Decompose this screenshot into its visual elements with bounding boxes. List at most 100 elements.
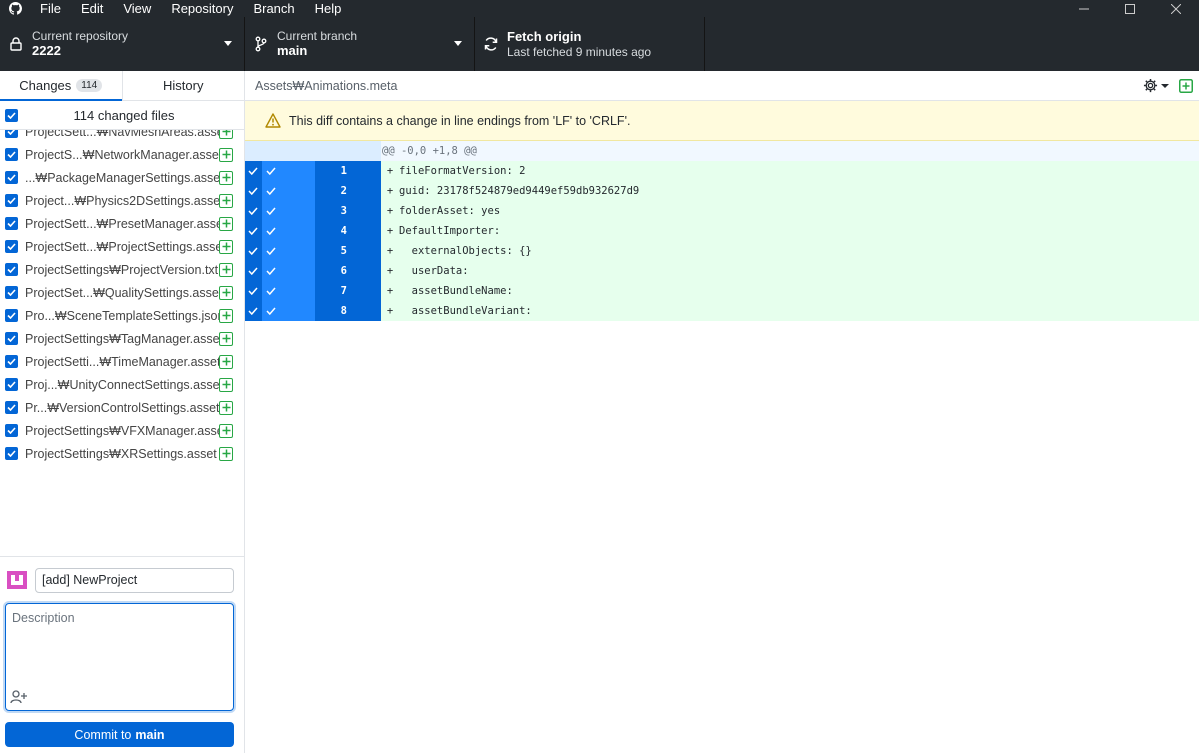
- file-checkbox[interactable]: [5, 286, 18, 299]
- current-repository-button[interactable]: Current repository 2222: [0, 17, 245, 71]
- minimize-button[interactable]: [1061, 0, 1107, 17]
- current-branch-button[interactable]: Current branch main: [245, 17, 475, 71]
- changed-files-count: 114 changed files: [73, 107, 175, 123]
- line-check-icon: [261, 201, 315, 221]
- tab-history[interactable]: History: [123, 71, 245, 100]
- file-added-icon: [219, 400, 233, 415]
- diff-line[interactable]: 4 + DefaultImporter:: [245, 221, 1199, 241]
- file-list: ProjectSett...₩NavMeshAreas.asset Project…: [0, 130, 244, 627]
- diff-line[interactable]: 3 + folderAsset: yes: [245, 201, 1199, 221]
- fetch-origin-button[interactable]: Fetch origin Last fetched 9 minutes ago: [475, 17, 705, 71]
- branch-icon: [251, 36, 271, 52]
- commit-button[interactable]: Commit to main: [5, 722, 234, 747]
- hunk-header: @@ -0,0 +1,8 @@: [245, 141, 1199, 161]
- diff-line[interactable]: 2 + guid: 23178f524879ed9449ef59db932627d9: [245, 181, 1199, 201]
- file-checkbox[interactable]: [5, 332, 18, 345]
- file-checkbox[interactable]: [5, 130, 18, 138]
- diff-line[interactable]: 8 + assetBundleVariant:: [245, 301, 1199, 321]
- diff-line[interactable]: 6 + userData:: [245, 261, 1199, 281]
- menu-edit[interactable]: Edit: [71, 0, 113, 17]
- menu-file[interactable]: File: [30, 0, 71, 17]
- menu-repository[interactable]: Repository: [161, 0, 243, 17]
- line-select-toggle[interactable]: [245, 221, 261, 241]
- menu-help[interactable]: Help: [305, 0, 352, 17]
- line-check-icon: [261, 281, 315, 301]
- line-code: + folderAsset: yes: [381, 201, 1199, 221]
- file-checkbox[interactable]: [5, 424, 18, 437]
- file-checkbox[interactable]: [5, 148, 18, 161]
- line-select-toggle[interactable]: [245, 161, 261, 181]
- line-number: 1: [315, 161, 351, 181]
- menu-branch[interactable]: Branch: [243, 0, 304, 17]
- select-all-checkbox[interactable]: [5, 108, 18, 122]
- line-text: folderAsset: yes: [399, 205, 501, 217]
- file-checkbox[interactable]: [5, 171, 18, 184]
- line-code: + DefaultImporter:: [381, 221, 1199, 241]
- line-text: assetBundleVariant:: [399, 305, 532, 317]
- line-select-toggle[interactable]: [245, 201, 261, 221]
- file-checkbox[interactable]: [5, 401, 18, 414]
- line-text: userData:: [399, 265, 469, 277]
- tab-changes[interactable]: Changes 114: [0, 71, 123, 101]
- file-checkbox[interactable]: [5, 240, 18, 253]
- file-name: Project...₩Physics2DSettings.asset: [25, 193, 219, 208]
- file-name: ProjectSetti...₩TimeManager.asset: [25, 354, 219, 369]
- file-name: Proj...₩UnityConnectSettings.asset: [25, 377, 219, 392]
- branch-label: Current branch: [277, 29, 358, 43]
- file-checkbox[interactable]: [5, 355, 18, 368]
- line-code: + externalObjects: {}: [381, 241, 1199, 261]
- changed-files-header: 114 changed files: [0, 101, 244, 130]
- line-select-toggle[interactable]: [245, 261, 261, 281]
- line-select-toggle[interactable]: [245, 241, 261, 261]
- file-checkbox[interactable]: [5, 194, 18, 207]
- fetch-title: Fetch origin: [507, 29, 582, 44]
- line-select-toggle[interactable]: [245, 301, 261, 321]
- file-checkbox[interactable]: [5, 309, 18, 322]
- chevron-down-icon: [224, 41, 232, 46]
- diff-line[interactable]: 5 + externalObjects: {}: [245, 241, 1199, 261]
- line-select-toggle[interactable]: [245, 181, 261, 201]
- line-code: + assetBundleName:: [381, 281, 1199, 301]
- line-select-toggle[interactable]: [245, 281, 261, 301]
- file-checkbox[interactable]: [5, 217, 18, 230]
- file-name: Pro...₩SceneTemplateSettings.json: [25, 308, 219, 323]
- file-checkbox[interactable]: [5, 378, 18, 391]
- line-check-icon: [261, 241, 315, 261]
- line-code: + assetBundleVariant:: [381, 301, 1199, 321]
- line-code: + fileFormatVersion: 2: [381, 161, 1199, 181]
- avatar: [7, 571, 27, 589]
- diff-line[interactable]: 1 + fileFormatVersion: 2: [245, 161, 1199, 181]
- repository-label: Current repository: [32, 29, 129, 43]
- file-name: ProjectS...₩NetworkManager.asset: [25, 147, 219, 162]
- file-added-icon: [219, 239, 233, 254]
- close-button[interactable]: [1153, 0, 1199, 17]
- line-check-icon: [261, 161, 315, 181]
- chevron-down-icon: [454, 41, 462, 46]
- file-added-icon: [219, 331, 233, 346]
- commit-summary-input[interactable]: [add] NewProject: [35, 568, 234, 593]
- file-checkbox[interactable]: [5, 263, 18, 276]
- menu-view[interactable]: View: [113, 0, 161, 17]
- add-file-icon[interactable]: [1179, 78, 1193, 93]
- file-added-icon: [219, 354, 233, 369]
- line-text: externalObjects: {}: [399, 245, 532, 257]
- line-text: assetBundleName:: [399, 285, 513, 297]
- diff-header: Assets₩Animations.meta: [245, 71, 1199, 101]
- warning-text: This diff contains a change in line endi…: [289, 113, 631, 128]
- gear-icon[interactable]: [1143, 78, 1169, 93]
- list-item[interactable]: ProjectSettings₩XRSettings.asset: [0, 439, 244, 468]
- github-logo-icon: [0, 0, 30, 17]
- file-name: ProjectSettings₩VFXManager.asset: [25, 423, 219, 438]
- commit-description-input[interactable]: Description: [5, 603, 234, 711]
- tab-history-label: History: [163, 78, 204, 93]
- file-added-icon: [219, 446, 233, 461]
- add-coauthor-icon[interactable]: [10, 690, 28, 704]
- repository-name: 2222: [32, 43, 61, 58]
- description-placeholder: Description: [12, 611, 75, 625]
- maximize-button[interactable]: [1107, 0, 1153, 17]
- branch-name: main: [277, 43, 308, 58]
- diff-lines: 1 + fileFormatVersion: 2 2 + guid: 23178f5248…: [245, 161, 1199, 321]
- file-added-icon: [219, 377, 233, 392]
- file-checkbox[interactable]: [5, 447, 18, 460]
- diff-line[interactable]: 7 + assetBundleName:: [245, 281, 1199, 301]
